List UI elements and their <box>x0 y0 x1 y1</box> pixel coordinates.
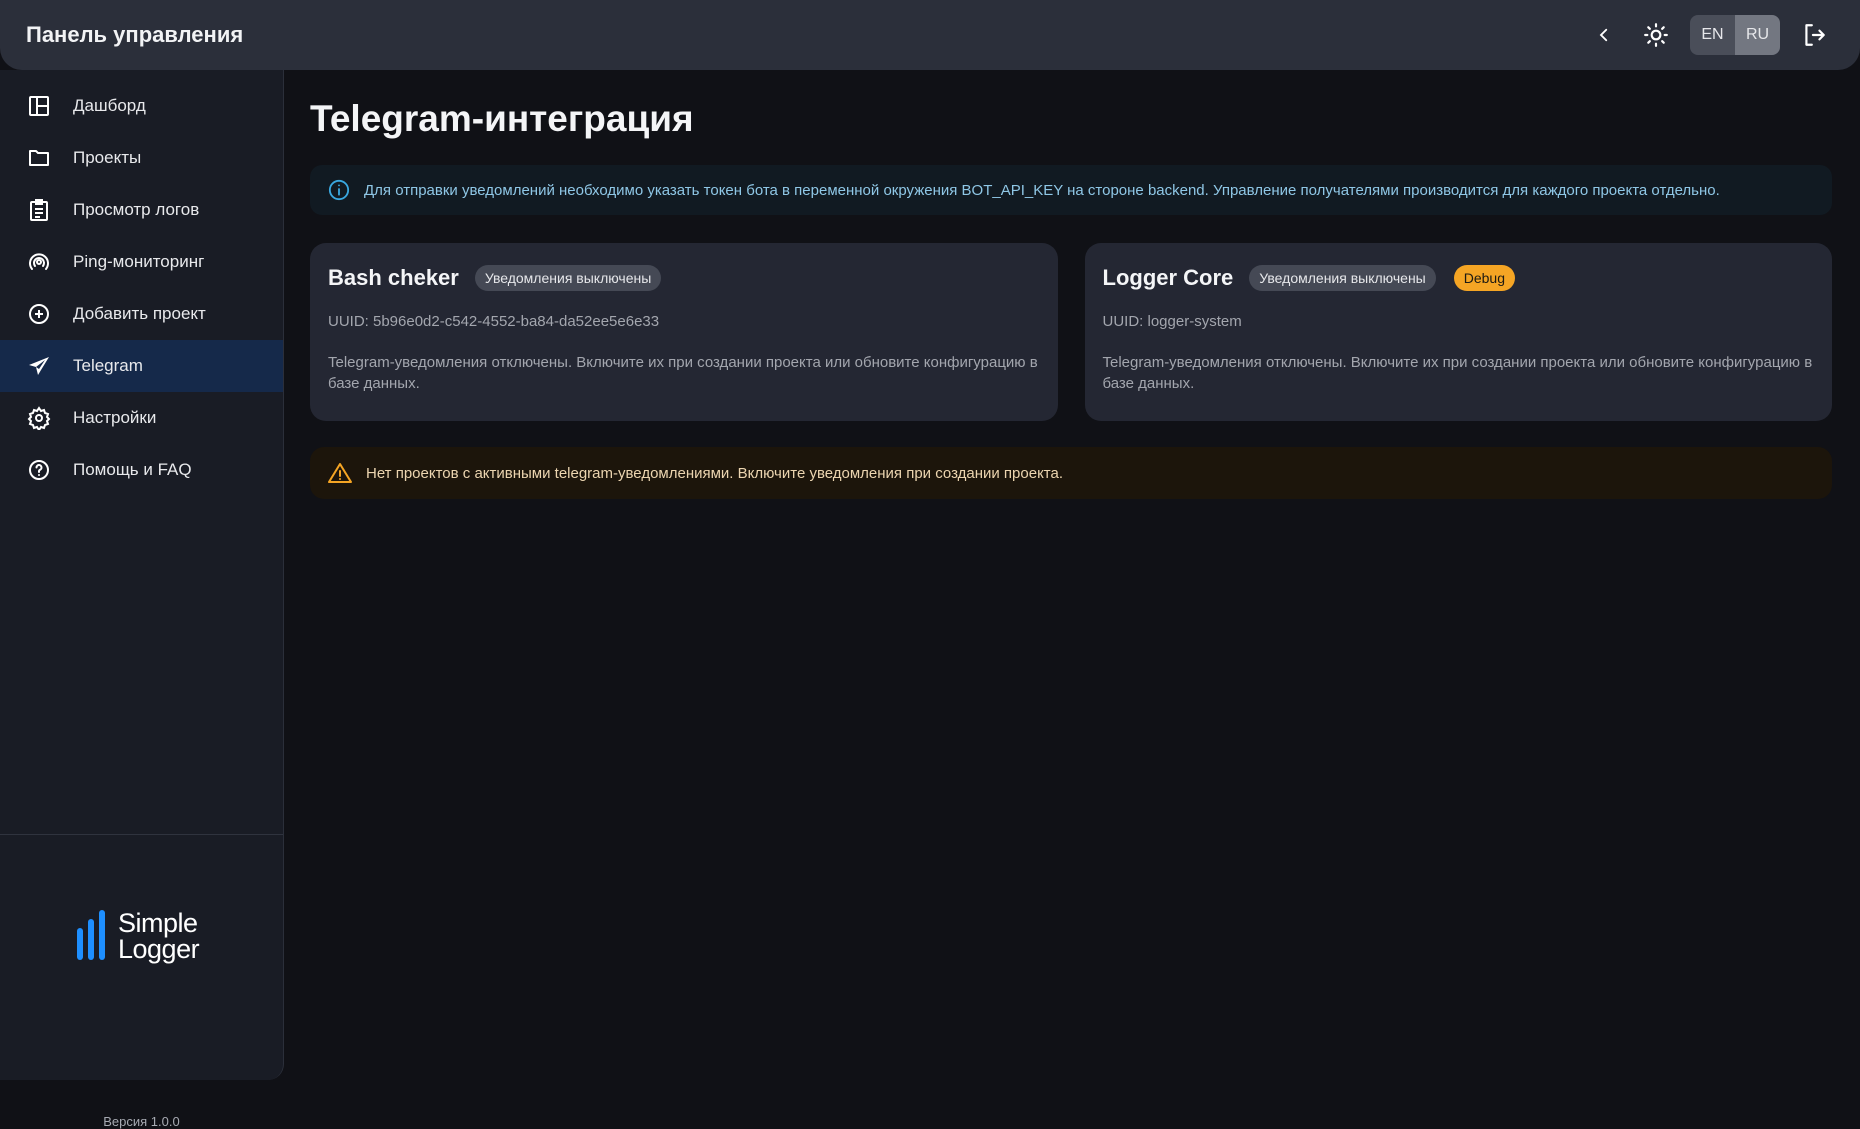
main-content: Telegram-интеграция Для отправки уведомл… <box>310 70 1832 499</box>
info-text: Для отправки уведомлений необходимо указ… <box>364 181 1720 199</box>
sidebar-item-ping[interactable]: Ping-мониторинг <box>0 236 283 288</box>
project-name: Logger Core <box>1102 265 1234 290</box>
header-title: Панель управления <box>26 22 244 47</box>
language-switch: EN RU <box>1690 15 1780 55</box>
warning-banner: Нет проектов с активными telegram-уведом… <box>310 447 1832 499</box>
logo-line1: Simple <box>118 908 198 938</box>
lang-ru-button[interactable]: RU <box>1735 15 1780 55</box>
sidebar-item-label: Дашборд <box>73 96 146 115</box>
status-badge: Уведомления выключены <box>474 265 662 291</box>
chevron-left-icon <box>1599 28 1608 42</box>
sun-icon <box>1644 23 1668 47</box>
sidebar-item-telegram[interactable]: Telegram <box>0 340 283 392</box>
sidebar-item-label: Просмотр логов <box>73 200 200 219</box>
debug-badge: Debug <box>1453 265 1516 291</box>
sidebar-item-add-project[interactable]: Добавить проект <box>0 288 283 340</box>
sidebar-item-label: Настройки <box>73 408 157 427</box>
broadcast-icon <box>29 253 49 270</box>
theme-toggle-button[interactable] <box>1636 15 1676 55</box>
project-uuid: UUID: logger-system <box>1102 313 1242 330</box>
help-icon <box>29 460 49 480</box>
project-name: Bash cheker <box>328 265 459 290</box>
sidebar-item-projects[interactable]: Проекты <box>0 132 283 184</box>
project-card: Logger Core Уведомления выключены Debug … <box>1084 243 1832 421</box>
logo-line2: Logger <box>118 934 200 964</box>
sidebar-item-settings[interactable]: Настройки <box>0 392 283 444</box>
sidebar-item-label: Проекты <box>73 148 142 167</box>
sidebar-item-label: Ping-мониторинг <box>73 252 205 271</box>
logout-icon <box>1805 24 1825 46</box>
sidebar-item-label: Помощь и FAQ <box>73 460 192 479</box>
project-card: Bash cheker Уведомления выключены UUID: … <box>310 243 1058 421</box>
info-banner: Для отправки уведомлений необходимо указ… <box>310 165 1832 215</box>
logo-bars-icon <box>77 910 105 960</box>
sidebar-item-dashboard[interactable]: Дашборд <box>0 80 283 132</box>
gear-icon <box>27 406 51 430</box>
project-uuid: UUID: 5b96e0d2-c542-4552-ba84-da52ee5e6e… <box>328 313 660 330</box>
warning-icon <box>328 463 352 483</box>
lang-en-button[interactable]: EN <box>1690 15 1735 55</box>
page-title: Telegram-интеграция <box>310 98 694 139</box>
sidebar-item-help[interactable]: Помощь и FAQ <box>0 444 283 496</box>
dashboard-icon <box>29 96 49 116</box>
sidebar-item-label: Добавить проект <box>73 304 206 323</box>
send-icon <box>29 357 49 375</box>
top-header: Панель управления EN RU <box>0 0 1860 70</box>
warning-text: Нет проектов с активными telegram-уведом… <box>366 464 1064 482</box>
project-description: Telegram-уведомления отключены. Включите… <box>328 354 1038 392</box>
version-label: Версия 1.0.0 <box>103 1114 180 1129</box>
sidebar: Дашборд Проекты Просмотр логов Ping-мони… <box>0 70 284 1129</box>
simple-logger-logo: Simple Logger <box>76 908 200 964</box>
status-badge: Уведомления выключены <box>1249 265 1436 291</box>
plus-circle-icon <box>29 304 49 324</box>
info-icon <box>328 179 350 201</box>
sidebar-item-logs[interactable]: Просмотр логов <box>0 184 283 236</box>
project-description: Telegram-уведомления отключены. Включите… <box>1102 354 1813 392</box>
sidebar-divider <box>0 834 283 835</box>
logout-button[interactable] <box>1794 15 1834 55</box>
collapse-sidebar-button[interactable] <box>1584 15 1624 55</box>
clipboard-icon <box>30 199 48 221</box>
sidebar-item-label: Telegram <box>73 356 143 375</box>
folder-icon <box>29 150 49 166</box>
